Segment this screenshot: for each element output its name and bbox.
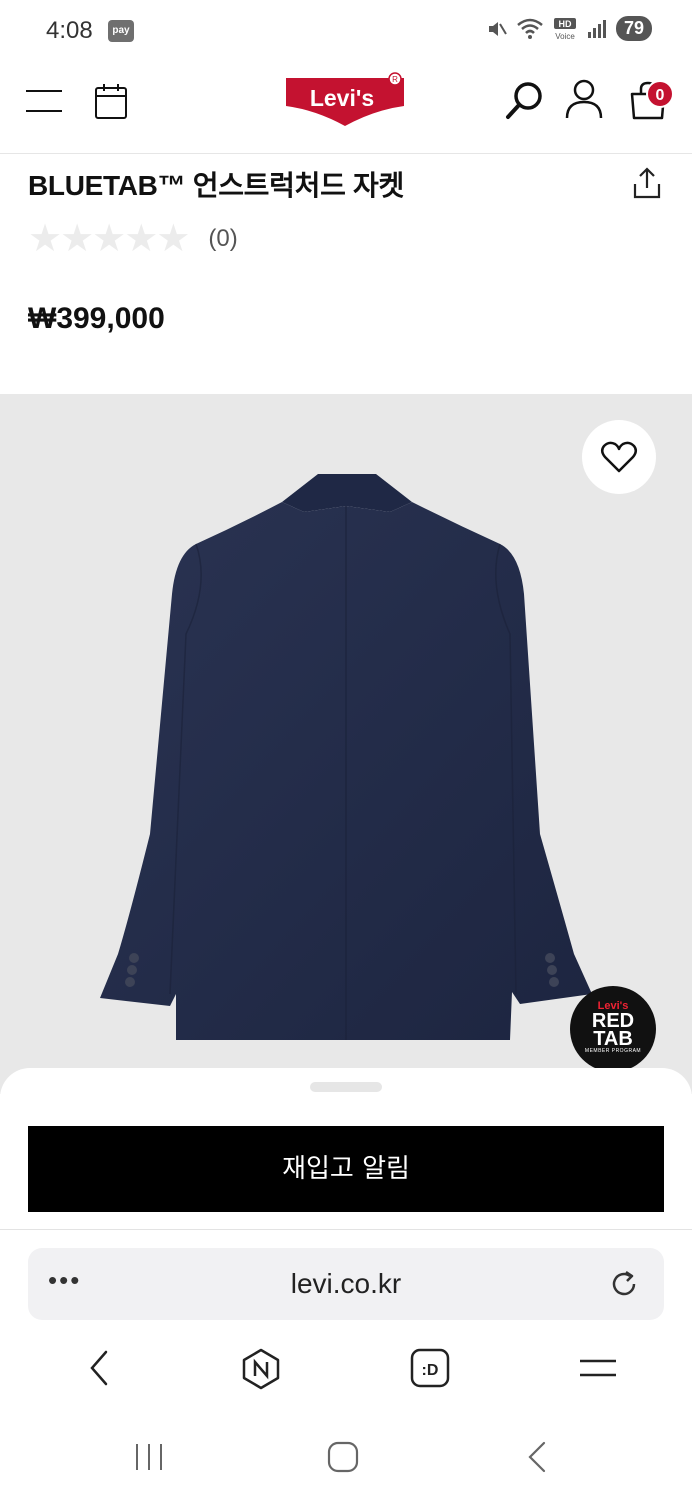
star-icon: ★ <box>92 218 127 260</box>
home-icon[interactable] <box>326 1440 360 1474</box>
heart-icon <box>601 441 637 473</box>
svg-text:R: R <box>392 75 398 84</box>
red-tab-line-tab: TAB <box>593 1028 633 1050</box>
star-icon: ★ <box>60 218 95 260</box>
product-title: BLUETAB™ 언스트럭처드 자켓 <box>28 170 404 201</box>
red-tab-subtitle: MEMBER PROGRAM <box>584 1048 642 1054</box>
product-price: ₩399,000 <box>28 302 165 335</box>
recent-apps-icon[interactable] <box>132 1440 166 1474</box>
system-back-icon[interactable] <box>524 1440 550 1474</box>
red-tab-badge[interactable]: Levi's RED TAB MEMBER PROGRAM <box>570 986 656 1072</box>
status-icons: HD Voice 79 <box>486 16 652 41</box>
back-icon[interactable] <box>84 1348 114 1388</box>
calendar-icon[interactable] <box>94 82 128 120</box>
levis-logo[interactable]: Levi's R <box>282 72 408 130</box>
search-icon[interactable] <box>504 80 546 122</box>
cart-count-badge: 0 <box>646 80 674 108</box>
status-bar: 4:08 pay HD Voice 79 <box>0 0 692 62</box>
naver-home-icon[interactable] <box>240 1348 282 1390</box>
url-text[interactable]: levi.co.kr <box>28 1268 664 1300</box>
hd-label: HD <box>558 19 571 29</box>
rating[interactable]: ★ ★ ★ ★ ★ (0) <box>28 220 238 258</box>
hamburger-menu-icon[interactable] <box>578 1348 618 1388</box>
menu-icon[interactable] <box>26 88 62 116</box>
signal-icon <box>587 19 606 38</box>
share-icon[interactable] <box>632 166 662 200</box>
pay-icon: pay <box>108 20 134 42</box>
wishlist-button[interactable] <box>582 420 656 494</box>
mute-icon <box>488 21 507 36</box>
star-icon: ★ <box>124 218 159 260</box>
star-icon: ★ <box>156 218 191 260</box>
svg-text::D: :D <box>422 1362 439 1379</box>
red-tab-title: RED TAB <box>570 1011 656 1050</box>
url-bar[interactable]: ••• levi.co.kr <box>28 1248 664 1320</box>
product-image[interactable] <box>0 394 692 1094</box>
tabs-icon[interactable]: :D <box>410 1348 450 1388</box>
star-icon: ★ <box>28 218 63 260</box>
wifi-icon <box>517 18 543 39</box>
site-header: Levi's R 0 <box>0 62 692 154</box>
jacket-image <box>100 474 592 1040</box>
browser-toolbar: :D <box>0 1336 692 1406</box>
sheet-handle[interactable] <box>310 1082 382 1092</box>
battery-indicator: 79 <box>615 16 652 41</box>
user-icon[interactable] <box>564 78 604 120</box>
hd-voice-icon: HD Voice <box>553 17 576 41</box>
status-time: 4:08 <box>46 17 93 44</box>
voice-label: Voice <box>555 32 575 41</box>
restock-notify-button[interactable]: 재입고 알림 <box>28 1126 664 1212</box>
review-count[interactable]: (0) <box>208 225 237 253</box>
reload-icon[interactable] <box>608 1268 640 1300</box>
logo-text: Levi's <box>310 85 374 111</box>
bottom-sheet: 재입고 알림 <box>0 1068 692 1230</box>
system-navigation <box>0 1420 692 1500</box>
